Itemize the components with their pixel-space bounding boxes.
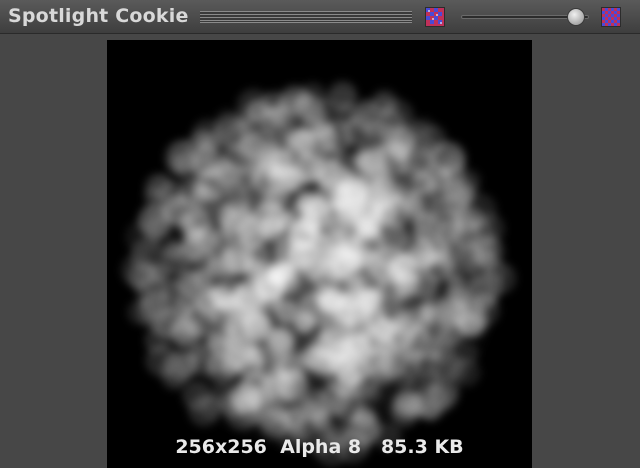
- cookie-blob: [293, 93, 319, 118]
- cookie-blob: [373, 317, 399, 342]
- cookie-blob: [268, 325, 296, 353]
- cookie-blob: [371, 356, 399, 384]
- cookie-blob: [357, 184, 391, 218]
- cookie-blob: [354, 269, 385, 300]
- cookie-blob: [343, 314, 373, 343]
- cookie-blob: [385, 265, 405, 285]
- cookie-blob: [144, 173, 172, 201]
- cookie-blob: [264, 371, 299, 407]
- cookie-blob: [428, 207, 465, 243]
- cookie-blob: [130, 237, 165, 273]
- window-title: Spotlight Cookie: [8, 5, 189, 27]
- cookie-blob: [454, 244, 484, 274]
- cookie-blob: [161, 366, 187, 391]
- cookie-blob: [428, 375, 461, 407]
- cookie-blob: [251, 261, 279, 289]
- spotlight-cookie-preview-window: Spotlight Cookie 256x256 Alpha 8 85.3 KB: [0, 0, 640, 468]
- cookie-blob: [463, 311, 486, 334]
- mip-level-slider[interactable]: [459, 8, 591, 26]
- cookie-blob: [364, 252, 383, 272]
- cookie-blob: [312, 117, 335, 140]
- cookie-blob: [299, 255, 325, 281]
- cookie-blob: [164, 140, 198, 174]
- cookie-blob: [321, 287, 346, 312]
- texture-info-label: 256x256 Alpha 8 85.3 KB: [175, 436, 464, 458]
- cookie-blob: [325, 214, 348, 237]
- cookie-texture-image: [120, 80, 517, 467]
- preview-header: Spotlight Cookie: [0, 0, 640, 34]
- cookie-blob: [163, 239, 184, 260]
- alpha-checker-icon[interactable]: [425, 7, 445, 27]
- slider-thumb[interactable]: [567, 8, 586, 26]
- cookie-blob: [294, 313, 314, 334]
- cookie-blob: [146, 202, 169, 226]
- rgb-checker-icon[interactable]: [601, 7, 621, 27]
- cookie-blob: [148, 304, 181, 338]
- cookie-blob: [258, 215, 286, 243]
- cookie-blob: [178, 178, 210, 210]
- cookie-blob: [260, 92, 284, 116]
- cookie-blob: [390, 399, 419, 428]
- cookie-blob: [417, 306, 453, 342]
- cookie-blob: [434, 242, 457, 265]
- cookie-blob: [221, 208, 257, 245]
- cookie-blob: [222, 240, 256, 274]
- cookie-blob: [177, 319, 196, 338]
- cookie-blob: [393, 124, 420, 150]
- cookie-blob: [198, 393, 225, 419]
- cookie-blob: [237, 115, 264, 142]
- cookie-blob: [308, 221, 327, 240]
- cookie-blob: [326, 350, 352, 376]
- cookie-blob: [175, 269, 202, 296]
- cookie-texture-preview: 256x256 Alpha 8 85.3 KB: [107, 40, 532, 468]
- cookie-blob: [205, 350, 230, 376]
- cookie-blob: [467, 209, 487, 228]
- cookie-blob: [409, 271, 439, 300]
- cookie-blob: [205, 332, 224, 351]
- drag-grip[interactable]: [200, 11, 412, 23]
- cookie-blob: [249, 139, 279, 169]
- cookie-blob: [174, 292, 199, 316]
- cookie-blob: [191, 119, 224, 151]
- cookie-blob: [445, 276, 472, 303]
- cookie-blob: [222, 145, 252, 175]
- cookie-blob: [399, 164, 421, 186]
- cookie-blob: [183, 225, 204, 246]
- cookie-blob: [427, 168, 453, 193]
- cookie-blob: [226, 288, 258, 320]
- cookie-blob: [260, 193, 281, 214]
